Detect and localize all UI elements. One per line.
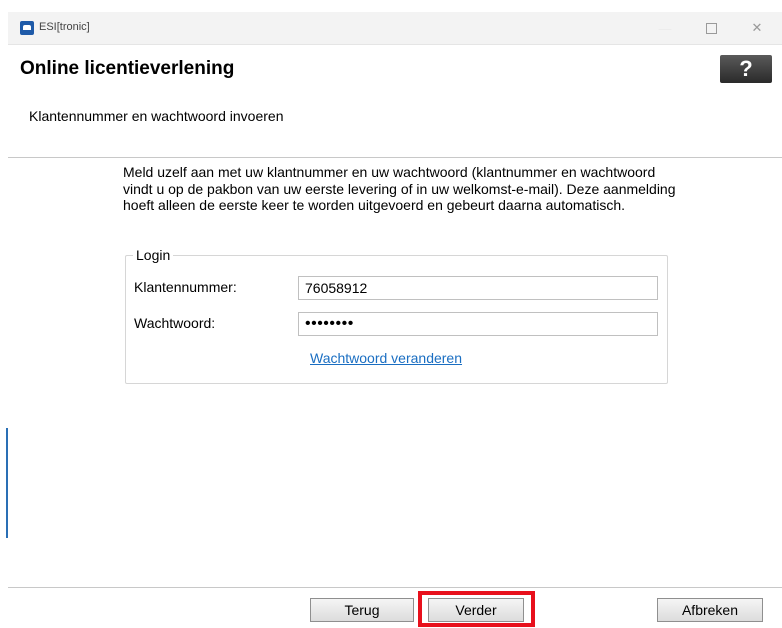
title-bar: ESI[tronic] — ✕ — [8, 12, 782, 45]
app-icon — [20, 21, 34, 35]
page-title: Online licentieverlening — [20, 58, 235, 79]
close-button[interactable]: ✕ — [734, 12, 780, 44]
footer-divider — [8, 587, 782, 588]
login-group: Login Klantennummer: Wachtwoord: •••••••… — [125, 247, 668, 384]
change-password-link[interactable]: Wachtwoord veranderen — [310, 350, 462, 366]
back-button[interactable]: Terug — [310, 598, 414, 622]
next-button[interactable]: Verder — [428, 598, 524, 622]
help-button[interactable]: ? — [720, 55, 772, 83]
dialog-window: ESI[tronic] — ✕ Online licentieverlening… — [0, 0, 782, 628]
page-subtitle: Klantennummer en wachtwoord invoeren — [29, 108, 284, 124]
customer-number-label: Klantennummer: — [134, 279, 237, 295]
cancel-button[interactable]: Afbreken — [657, 598, 763, 622]
maximize-icon — [705, 22, 717, 34]
window-title: ESI[tronic] — [39, 21, 90, 33]
minimize-button[interactable]: — — [642, 12, 688, 44]
left-edge-accent — [6, 428, 8, 538]
password-label: Wachtwoord: — [134, 315, 216, 331]
minimize-icon: — — [658, 20, 672, 36]
intro-text: Meld uzelf aan met uw klantnummer en uw … — [123, 164, 676, 213]
maximize-button[interactable] — [688, 12, 734, 44]
dialog-header: Online licentieverlening ? Klantennummer… — [8, 45, 782, 158]
close-icon: ✕ — [751, 20, 763, 35]
customer-number-input[interactable] — [298, 276, 658, 300]
login-legend: Login — [133, 247, 174, 263]
help-icon: ? — [739, 56, 753, 81]
password-input[interactable]: •••••••• — [298, 312, 658, 336]
